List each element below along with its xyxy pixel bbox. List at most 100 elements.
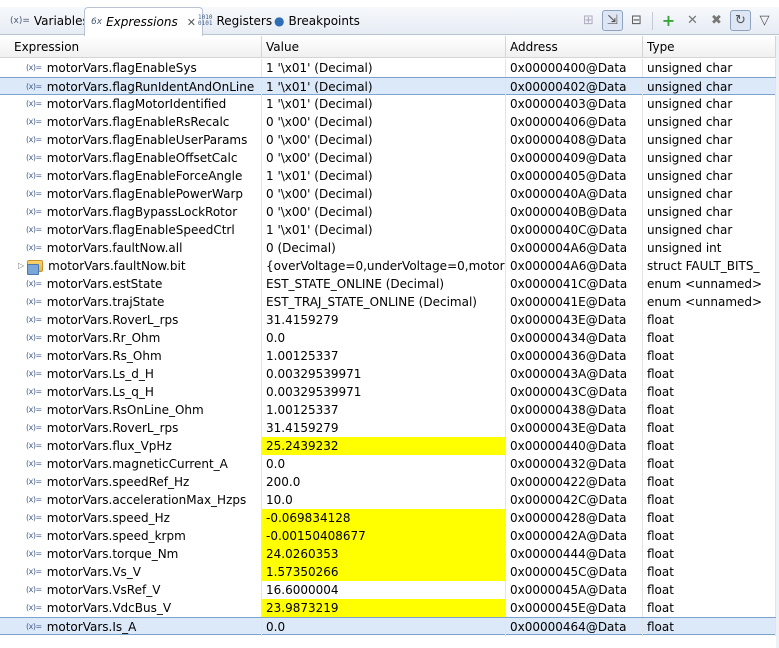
expand-twisty-icon[interactable]: ▷ bbox=[18, 257, 24, 275]
expression-name: motorVars.Rs_Ohm bbox=[46, 349, 162, 363]
show-type-names-icon: ⊞ bbox=[583, 13, 594, 28]
collapse-all-button[interactable]: ⊟ bbox=[626, 10, 647, 31]
value-cell[interactable]: 16.6000004 bbox=[262, 581, 506, 599]
value-cell[interactable]: EST_TRAJ_STATE_ONLINE (Decimal) bbox=[262, 293, 506, 311]
value-cell[interactable]: 24.0260353 bbox=[262, 545, 506, 563]
remove-all-expressions-button[interactable]: ✖ bbox=[706, 10, 727, 31]
type-cell: float bbox=[643, 545, 776, 563]
value-cell[interactable]: {overVoltage=0,underVoltage=0,motorOve..… bbox=[262, 257, 506, 275]
table-row[interactable]: (x)= motorVars.RoverL_rps 31.4159279 0x0000… bbox=[0, 419, 779, 437]
type-cell: unsigned char bbox=[643, 167, 776, 185]
value-cell[interactable]: -0.00150408677 bbox=[262, 527, 506, 545]
column-header-address[interactable]: Address bbox=[506, 36, 643, 58]
table-row[interactable]: (x)= motorVars.torque_Nm 24.0260353 0x00000… bbox=[0, 545, 779, 563]
value-cell[interactable]: 0 (Decimal) bbox=[262, 239, 506, 257]
value-cell[interactable]: 0 '\x00' (Decimal) bbox=[262, 203, 506, 221]
value-cell[interactable]: 10.0 bbox=[262, 491, 506, 509]
table-row[interactable]: (x)= motorVars.flagMotorIdentified 1 '\x01… bbox=[0, 95, 779, 113]
table-row[interactable]: (x)= motorVars.VdcBus_V 23.9873219 0x000004… bbox=[0, 599, 779, 617]
table-row[interactable]: (x)= motorVars.accelerationMax_Hzps 10.0 0x… bbox=[0, 491, 779, 509]
value-cell[interactable]: 31.4159279 bbox=[262, 419, 506, 437]
value-cell[interactable]: 200.0 bbox=[262, 473, 506, 491]
value-cell[interactable]: 0.0 bbox=[262, 455, 506, 473]
table-row[interactable]: (x)= motorVars.flagEnableSys 1 '\x01' (Dec… bbox=[0, 59, 779, 77]
table-row[interactable]: (x)= motorVars.flagEnableRsRecalc 0 '\x00'… bbox=[0, 113, 779, 131]
table-row[interactable]: (x)= motorVars.VsRef_V 16.6000004 0x0000045… bbox=[0, 581, 779, 599]
table-row[interactable]: (x)= motorVars.flagEnablePowerWarp 0 '\x00… bbox=[0, 185, 779, 203]
logical-structure-icon: ⇲ bbox=[607, 13, 618, 28]
variable-icon: (x)= bbox=[26, 153, 42, 162]
value-cell[interactable]: 1 '\x01' (Decimal) bbox=[262, 221, 506, 239]
value-cell[interactable]: 25.2439232 bbox=[262, 437, 506, 455]
table-row[interactable]: (x)= motorVars.Ls_d_H 0.00329539971 0x00000… bbox=[0, 365, 779, 383]
table-row[interactable]: (x)= motorVars.faultNow.all 0 (Decimal) 0x0… bbox=[0, 239, 779, 257]
value-cell[interactable]: 0 '\x00' (Decimal) bbox=[262, 149, 506, 167]
expression-cell: (x)= motorVars.VdcBus_V bbox=[0, 599, 262, 617]
variable-icon: (x)= bbox=[26, 477, 42, 486]
refresh-button[interactable]: ↻ bbox=[730, 10, 751, 31]
show-logical-structure-button[interactable]: ⇲ bbox=[602, 10, 623, 31]
table-row[interactable]: (x)= motorVars.Rs_Ohm 1.00125337 0x00000436… bbox=[0, 347, 779, 365]
view-menu-button[interactable]: ▽ bbox=[754, 10, 775, 31]
table-row[interactable]: (x)= motorVars.magneticCurrent_A 0.0 0x0000… bbox=[0, 455, 779, 473]
value-cell[interactable]: 0.00329539971 bbox=[262, 365, 506, 383]
add-expression-button[interactable]: + bbox=[658, 10, 679, 31]
column-header-value[interactable]: Value bbox=[262, 36, 506, 58]
table-row[interactable]: (x)= motorVars.Rr_Ohm 0.0 0x00000434@Data fl… bbox=[0, 329, 779, 347]
show-type-names-button[interactable]: ⊞ bbox=[578, 10, 599, 31]
table-row[interactable]: (x)= motorVars.flagEnableSpeedCtrl 1 '\x01… bbox=[0, 221, 779, 239]
variable-icon: (x)= bbox=[26, 135, 42, 144]
value-cell[interactable]: -0.069834128 bbox=[262, 509, 506, 527]
expression-name: motorVars.Ls_q_H bbox=[46, 385, 154, 399]
value-cell[interactable]: 1.57350266 bbox=[262, 563, 506, 581]
value-cell[interactable]: 0 '\x00' (Decimal) bbox=[262, 131, 506, 149]
table-row[interactable]: (x)= motorVars.speed_krpm -0.00150408677 0x… bbox=[0, 527, 779, 545]
address-cell: 0x0000043C@Data bbox=[506, 383, 643, 401]
value-cell[interactable]: 1 '\x01' (Decimal) bbox=[262, 167, 506, 185]
type-cell: unsigned char bbox=[643, 149, 776, 167]
tab-breakpoints[interactable]: ● Breakpoints bbox=[268, 7, 366, 35]
table-row[interactable]: (x)= motorVars.RoverL_rps 31.4159279 0x0000… bbox=[0, 311, 779, 329]
value-cell[interactable]: 0.00329539971 bbox=[262, 383, 506, 401]
column-header-expression[interactable]: Expression bbox=[0, 36, 262, 58]
tab-variables[interactable]: (x)= Variables bbox=[4, 7, 95, 35]
table-row[interactable]: (x)= motorVars.flux_VpHz 25.2439232 0x00000… bbox=[0, 437, 779, 455]
value-cell[interactable]: 0.0 bbox=[262, 618, 506, 636]
table-row[interactable]: (x)= motorVars.Is_A 0.0 0x00000464@Data floa… bbox=[0, 617, 779, 636]
value-cell[interactable]: 1.00125337 bbox=[262, 401, 506, 419]
tab-expressions[interactable]: 6x Expressions ✕ bbox=[84, 7, 203, 36]
table-row[interactable]: (x)= motorVars.flagEnableUserParams 0 '\x0… bbox=[0, 131, 779, 149]
variable-icon: (x)= bbox=[26, 279, 42, 288]
expression-name: motorVars.Vs_V bbox=[46, 565, 141, 579]
value-cell[interactable]: 31.4159279 bbox=[262, 311, 506, 329]
column-header-type[interactable]: Type bbox=[643, 36, 776, 58]
value-cell[interactable]: EST_STATE_ONLINE (Decimal) bbox=[262, 275, 506, 293]
type-cell: unsigned char bbox=[643, 113, 776, 131]
table-row[interactable]: (x)= motorVars.trajState EST_TRAJ_STATE_ON… bbox=[0, 293, 779, 311]
variable-icon: (x)= bbox=[26, 351, 42, 360]
table-row[interactable]: (x)= motorVars.speed_Hz -0.069834128 0x0000… bbox=[0, 509, 779, 527]
table-row[interactable]: (x)= motorVars.Vs_V 1.57350266 0x0000045C@D… bbox=[0, 563, 779, 581]
remove-expression-button[interactable]: ✕ bbox=[682, 10, 703, 31]
table-row[interactable]: (x)= motorVars.flagEnableForceAngle 1 '\x0… bbox=[0, 167, 779, 185]
value-cell[interactable]: 1 '\x01' (Decimal) bbox=[262, 95, 506, 113]
table-row[interactable]: ▷ motorVars.faultNow.bit {overVoltage=0,un… bbox=[0, 257, 779, 275]
struct-icon bbox=[27, 260, 44, 275]
table-row[interactable]: (x)= motorVars.flagRunIdentAndOnLine 1 '\x… bbox=[0, 77, 779, 96]
table-row[interactable]: (x)= motorVars.estState EST_STATE_ONLINE (… bbox=[0, 275, 779, 293]
tab-registers[interactable]: 1010 0101 Registers bbox=[192, 7, 278, 35]
table-row[interactable]: (x)= motorVars.flagEnableOffsetCalc 0 '\x0… bbox=[0, 149, 779, 167]
table-row[interactable]: (x)= motorVars.flagBypassLockRotor 0 '\x00… bbox=[0, 203, 779, 221]
value-cell[interactable]: 1 '\x01' (Decimal) bbox=[262, 59, 506, 77]
table-row[interactable]: (x)= motorVars.speedRef_Hz 200.0 0x00000422… bbox=[0, 473, 779, 491]
value-cell[interactable]: 0 '\x00' (Decimal) bbox=[262, 113, 506, 131]
value-cell[interactable]: 1 '\x01' (Decimal) bbox=[262, 78, 506, 96]
value-cell[interactable]: 1.00125337 bbox=[262, 347, 506, 365]
value-cell[interactable]: 23.9873219 bbox=[262, 599, 506, 617]
table-row[interactable]: (x)= motorVars.RsOnLine_Ohm 1.00125337 0x00… bbox=[0, 401, 779, 419]
value-cell[interactable]: 0 '\x00' (Decimal) bbox=[262, 185, 506, 203]
value-cell[interactable]: 0.0 bbox=[262, 329, 506, 347]
type-cell: float bbox=[643, 527, 776, 545]
address-cell: 0x00000438@Data bbox=[506, 401, 643, 419]
table-row[interactable]: (x)= motorVars.Ls_q_H 0.00329539971 0x00000… bbox=[0, 383, 779, 401]
